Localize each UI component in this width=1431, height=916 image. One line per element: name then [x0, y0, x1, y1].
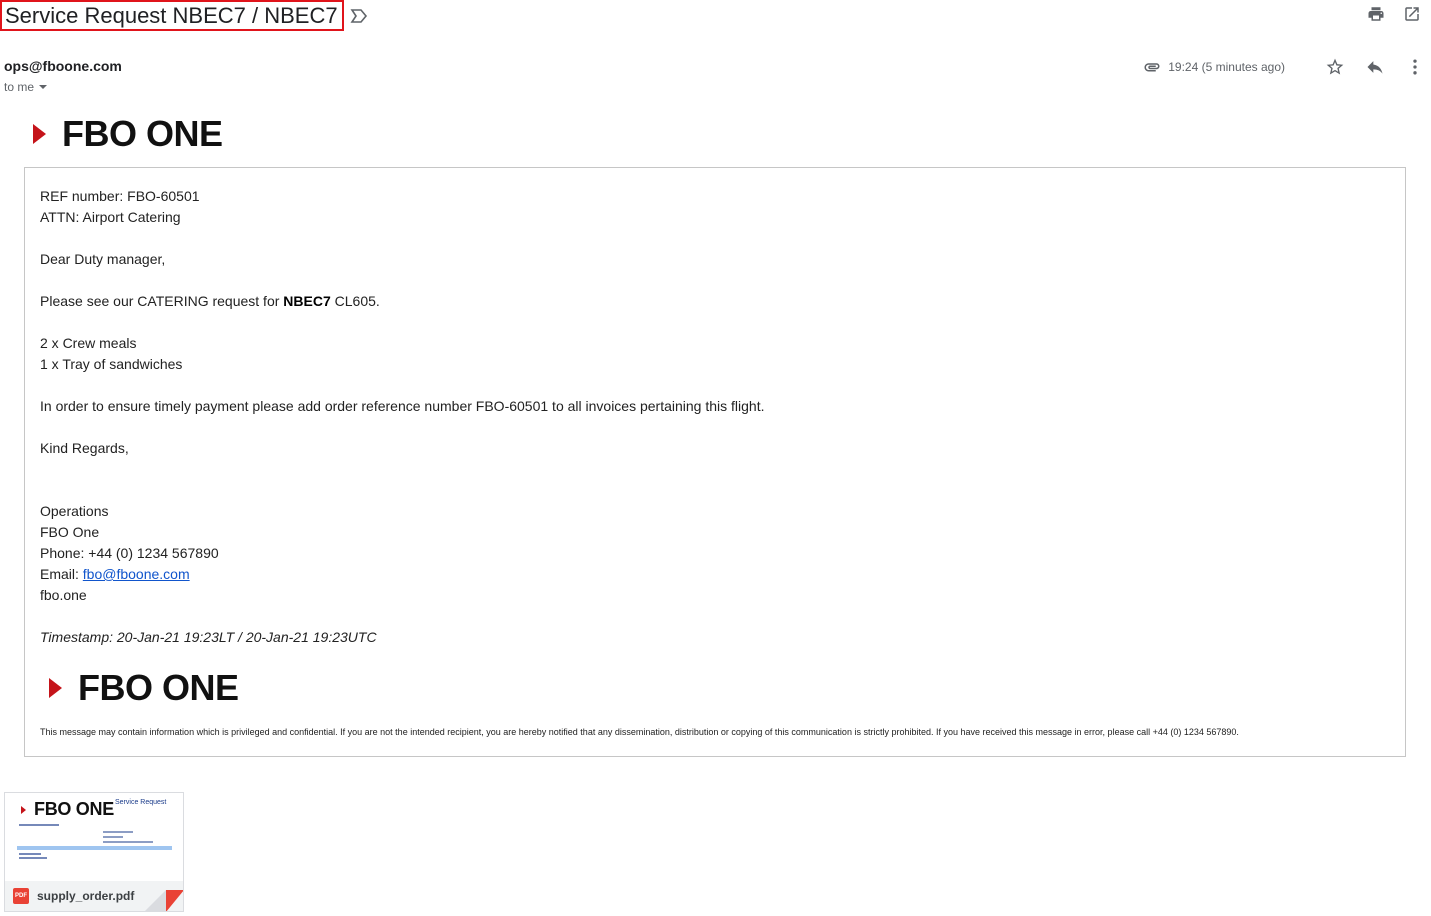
recipient-label: to me: [4, 80, 35, 94]
thumbnail-text-line: [103, 836, 123, 838]
thumbnail-text-line: [103, 831, 133, 833]
attachment-icon: [1144, 63, 1160, 72]
signature-company: FBO One: [40, 524, 100, 540]
thumbnail-text-line: [19, 857, 47, 859]
logo-text: FBO ONE: [78, 667, 239, 708]
request-registration: NBEC7: [283, 293, 331, 309]
page-fold-icon: [145, 890, 183, 911]
order-item: 1 x Tray of sandwiches: [40, 356, 183, 372]
attn-line: ATTN: Airport Catering: [40, 209, 181, 225]
signature-email-line: Email: fbo@fboone.com: [40, 566, 190, 582]
thumbnail-logo: FBO ONE: [21, 799, 114, 820]
timestamp: Timestamp: 20-Jan-21 19:23LT / 20-Jan-21…: [40, 629, 377, 645]
request-prefix: Please see our CATERING request for: [40, 293, 284, 309]
thumbnail-text-line: [19, 853, 41, 855]
signature-email-link[interactable]: fbo@fboone.com: [83, 566, 190, 582]
logo-triangle-icon: [21, 805, 26, 814]
top-toolbar: [1367, 5, 1421, 23]
fbo-one-logo-footer: FBO ONE: [49, 670, 239, 706]
email-subject: Service Request NBEC7 / NBEC7: [0, 0, 344, 31]
thumbnail-text-line: [103, 841, 153, 843]
star-icon[interactable]: [1325, 57, 1345, 77]
caret-down-icon[interactable]: [38, 82, 48, 92]
attachment-filename[interactable]: supply_order.pdf: [37, 889, 134, 903]
payment-note: In order to ensure timely payment please…: [40, 398, 765, 414]
attachment-thumbnail[interactable]: FBO ONE Service Request: [5, 793, 183, 881]
request-suffix: CL605.: [330, 293, 380, 309]
logo-triangle-icon: [33, 124, 46, 144]
recipient-details[interactable]: to me: [4, 80, 48, 94]
thumbnail-logo-text: FBO ONE: [34, 799, 114, 819]
subject-row: Service Request NBEC7 / NBEC7: [0, 0, 368, 31]
legal-disclaimer: This message may contain information whi…: [40, 727, 1239, 737]
label-important-icon[interactable]: [350, 8, 368, 24]
message-meta: 19:24 (5 minutes ago): [1143, 56, 1425, 78]
order-item: 2 x Crew meals: [40, 335, 137, 351]
signature-email-label: Email:: [40, 566, 83, 582]
sender-address[interactable]: ops@fboone.com: [4, 58, 122, 74]
message-time: 19:24 (5 minutes ago): [1168, 60, 1285, 74]
pdf-file-icon: PDF: [13, 888, 29, 904]
message-body: REF number: FBO-60501 ATTN: Airport Cate…: [24, 167, 1406, 757]
greeting: Dear Duty manager,: [40, 251, 166, 267]
request-line: Please see our CATERING request for NBEC…: [40, 293, 380, 309]
thumbnail-text-line: [19, 824, 59, 826]
logo-triangle-icon: [49, 678, 62, 698]
signature-department: Operations: [40, 503, 109, 519]
closing: Kind Regards,: [40, 440, 129, 456]
signature-phone: Phone: +44 (0) 1234 567890: [40, 545, 219, 561]
reply-icon[interactable]: [1365, 57, 1385, 77]
logo-text: FBO ONE: [62, 113, 223, 154]
ref-number: REF number: FBO-60501: [40, 188, 200, 204]
thumbnail-title: Service Request: [115, 799, 167, 806]
signature-website: fbo.one: [40, 587, 87, 603]
attachment-card[interactable]: FBO ONE Service Request PDF supply_order…: [4, 792, 184, 912]
more-options-icon[interactable]: [1405, 57, 1425, 77]
open-in-new-window-icon[interactable]: [1403, 5, 1421, 23]
print-icon[interactable]: [1367, 5, 1385, 23]
thumbnail-table-header: [17, 846, 172, 850]
fbo-one-logo: FBO ONE: [33, 116, 223, 152]
